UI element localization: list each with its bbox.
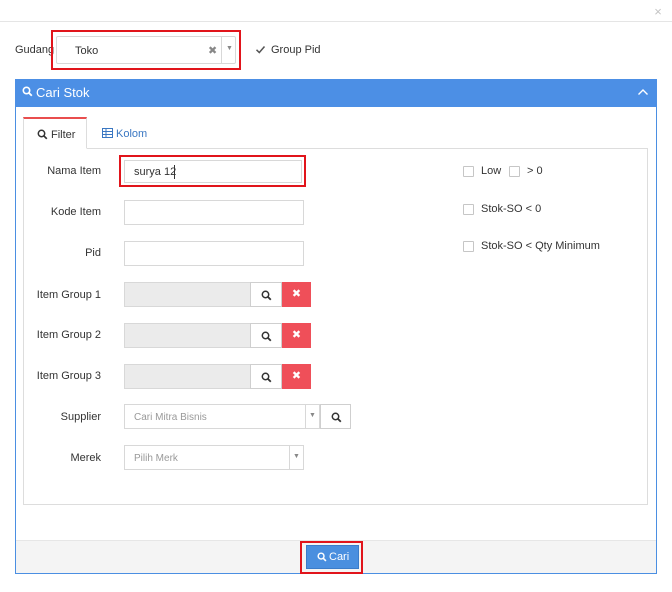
nama-item-input[interactable]: surya 12	[124, 160, 302, 183]
tab-filter-label: Filter	[51, 129, 76, 141]
item-group-1-search-button[interactable]	[250, 282, 282, 307]
item-group-1-input[interactable]	[124, 282, 251, 307]
top-divider	[0, 21, 672, 22]
gudang-label: Gudang	[15, 44, 55, 56]
item-group-2-input[interactable]	[124, 323, 251, 348]
cari-button[interactable]: Cari	[306, 545, 359, 569]
kode-item-label: Kode Item	[50, 206, 101, 218]
text-caret	[174, 165, 175, 179]
supplier-placeholder: Cari Mitra Bisnis	[134, 412, 207, 423]
search-icon	[317, 552, 327, 565]
stok-so-lt-zero-label: Stok-SO < 0	[481, 203, 542, 215]
item-group-2-label: Item Group 2	[36, 329, 101, 341]
search-icon	[261, 372, 272, 383]
pid-input[interactable]	[124, 241, 304, 266]
low-label: Low	[481, 165, 502, 177]
search-icon	[331, 412, 342, 423]
search-icon	[261, 331, 272, 342]
filter-content	[23, 148, 648, 505]
chevron-down-icon[interactable]: ▼	[293, 453, 300, 460]
group-pid-checkbox[interactable]	[254, 44, 266, 56]
search-icon	[37, 129, 48, 143]
gt-zero-checkbox[interactable]	[509, 166, 520, 177]
merek-select[interactable]: Pilih Merk ▼	[124, 445, 304, 470]
cari-button-label: Cari	[329, 551, 350, 563]
item-group-1-label: Item Group 1	[36, 289, 101, 301]
merek-divider	[289, 446, 290, 469]
table-icon	[102, 128, 113, 141]
item-group-3-clear-button[interactable]: ✖	[282, 364, 311, 389]
search-icon	[22, 86, 33, 100]
dialog-close-button[interactable]: ×	[651, 5, 665, 19]
low-checkbox[interactable]	[463, 166, 474, 177]
item-group-2-search-button[interactable]	[250, 323, 282, 348]
item-group-3-search-button[interactable]	[250, 364, 282, 389]
item-group-3-label: Item Group 3	[36, 370, 101, 382]
tab-kolom-label: Kolom	[116, 128, 148, 140]
gudang-select[interactable]: Toko ✖ ▼	[56, 36, 236, 64]
item-group-1-clear-button[interactable]: ✖	[282, 282, 311, 307]
panel-header: Cari Stok	[15, 79, 657, 107]
chevron-up-icon[interactable]	[637, 87, 649, 100]
merek-label: Merek	[70, 452, 101, 464]
panel-title: Cari Stok	[36, 85, 90, 100]
gt-zero-label: > 0	[527, 165, 543, 177]
kode-item-input[interactable]	[124, 200, 304, 225]
item-group-2-clear-button[interactable]: ✖	[282, 323, 311, 348]
stok-so-lt-zero-checkbox[interactable]	[463, 204, 474, 215]
supplier-search-button[interactable]	[320, 404, 351, 429]
stok-so-lt-qty-min-checkbox[interactable]	[463, 241, 474, 252]
gudang-clear-icon[interactable]: ✖	[208, 44, 217, 57]
merek-placeholder: Pilih Merk	[134, 453, 178, 464]
chevron-down-icon[interactable]: ▼	[226, 45, 233, 52]
gudang-divider	[221, 37, 222, 63]
gudang-value: Toko	[75, 45, 99, 57]
chevron-down-icon[interactable]: ▼	[309, 412, 316, 419]
supplier-select[interactable]: Cari Mitra Bisnis ▼	[124, 404, 320, 429]
supplier-label: Supplier	[60, 411, 101, 423]
group-pid-label: Group Pid	[271, 44, 321, 56]
pid-label: Pid	[85, 247, 101, 259]
supplier-divider	[305, 405, 306, 428]
stok-so-lt-qty-min-label: Stok-SO < Qty Minimum	[481, 240, 600, 252]
item-group-3-input[interactable]	[124, 364, 251, 389]
tab-filter[interactable]: Filter	[23, 117, 87, 149]
check-icon	[255, 46, 265, 54]
search-icon	[261, 290, 272, 301]
nama-item-label: Nama Item	[47, 165, 101, 177]
nama-item-value: surya 12	[134, 166, 177, 178]
